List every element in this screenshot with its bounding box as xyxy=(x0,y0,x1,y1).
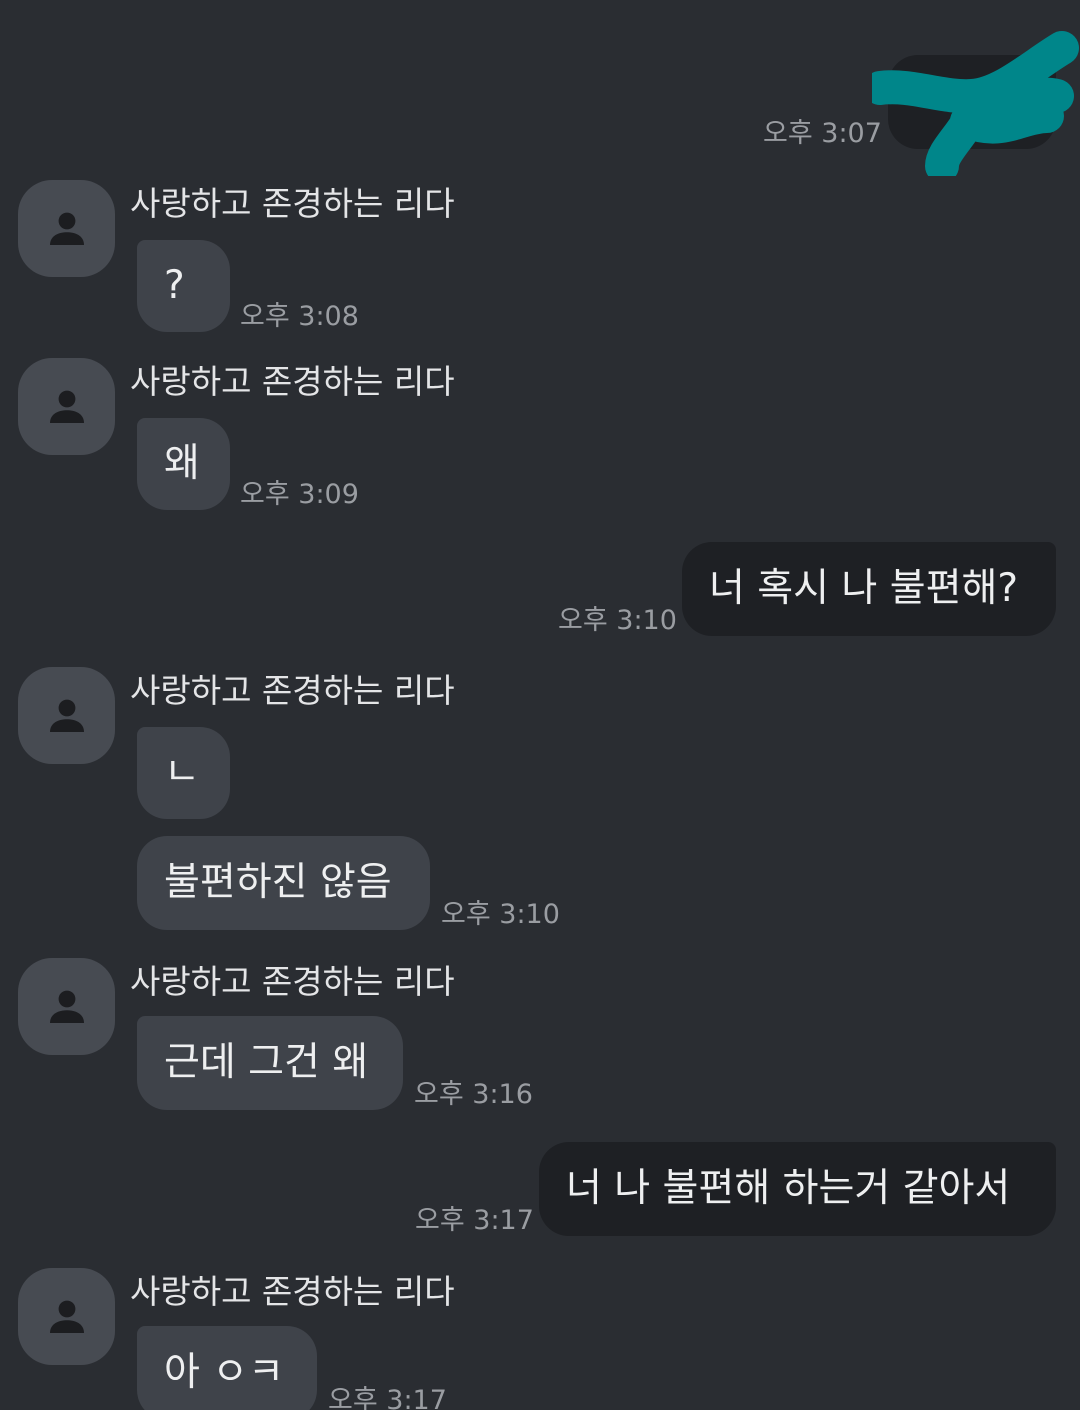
message-time: 오후 3:16 xyxy=(414,1079,533,1110)
incoming-message-bubble[interactable]: 불편하진 않음 xyxy=(137,836,430,930)
redaction-scribble xyxy=(863,26,1080,183)
person-icon xyxy=(49,390,84,423)
message-time: 오후 3:09 xyxy=(240,479,359,510)
message-time: 오후 3:08 xyxy=(240,301,359,332)
sender-name: 사랑하고 존경하는 리다 xyxy=(130,671,455,710)
person-icon xyxy=(49,699,84,732)
message-text: 너 나 불편해 하는거 같아서 xyxy=(566,1166,1011,1211)
message-text: 근데 그건 왜 xyxy=(164,1040,369,1085)
person-icon xyxy=(49,1300,84,1333)
message-text: 아 ㅇㅋ xyxy=(164,1350,285,1395)
incoming-message-bubble[interactable]: ? xyxy=(137,240,230,332)
outgoing-message-bubble[interactable]: 너 나 불편해 하는거 같아서 xyxy=(539,1142,1056,1236)
person-icon xyxy=(49,212,84,245)
message-time: 오후 3:10 xyxy=(441,899,560,930)
person-icon xyxy=(49,990,84,1023)
message-text: ㄴ xyxy=(164,750,200,795)
sender-name: 사랑하고 존경하는 리다 xyxy=(130,362,455,401)
contact-avatar[interactable] xyxy=(18,358,115,455)
message-text: 왜 xyxy=(164,441,200,486)
message-time: 오후 3:17 xyxy=(328,1385,447,1410)
message-text: ? xyxy=(164,263,185,308)
contact-avatar[interactable] xyxy=(18,667,115,764)
message-text: 불편하진 않음 xyxy=(164,860,392,905)
message-text: 너 혹시 나 불편해? xyxy=(709,566,1019,611)
message-time: 오후 3:10 xyxy=(558,605,677,636)
chat-screen: 오후 3:07 사랑하고 존경하는 리다 ? 오후 3:08 사랑하고 존경하는… xyxy=(0,0,1080,1410)
contact-avatar[interactable] xyxy=(18,180,115,277)
incoming-message-bubble[interactable]: 왜 xyxy=(137,418,230,510)
message-time: 오후 3:07 xyxy=(763,118,882,149)
sender-name: 사랑하고 존경하는 리다 xyxy=(130,184,455,223)
sender-name: 사랑하고 존경하는 리다 xyxy=(130,962,455,1001)
contact-avatar[interactable] xyxy=(18,958,115,1055)
message-time: 오후 3:17 xyxy=(415,1205,534,1236)
incoming-message-bubble[interactable]: 근데 그건 왜 xyxy=(137,1016,403,1110)
sender-name: 사랑하고 존경하는 리다 xyxy=(130,1272,455,1311)
incoming-message-bubble[interactable]: ㄴ xyxy=(137,727,230,819)
outgoing-message-bubble[interactable]: 너 혹시 나 불편해? xyxy=(682,542,1056,636)
contact-avatar[interactable] xyxy=(18,1268,115,1365)
incoming-message-bubble[interactable]: 아 ㅇㅋ xyxy=(137,1326,317,1410)
